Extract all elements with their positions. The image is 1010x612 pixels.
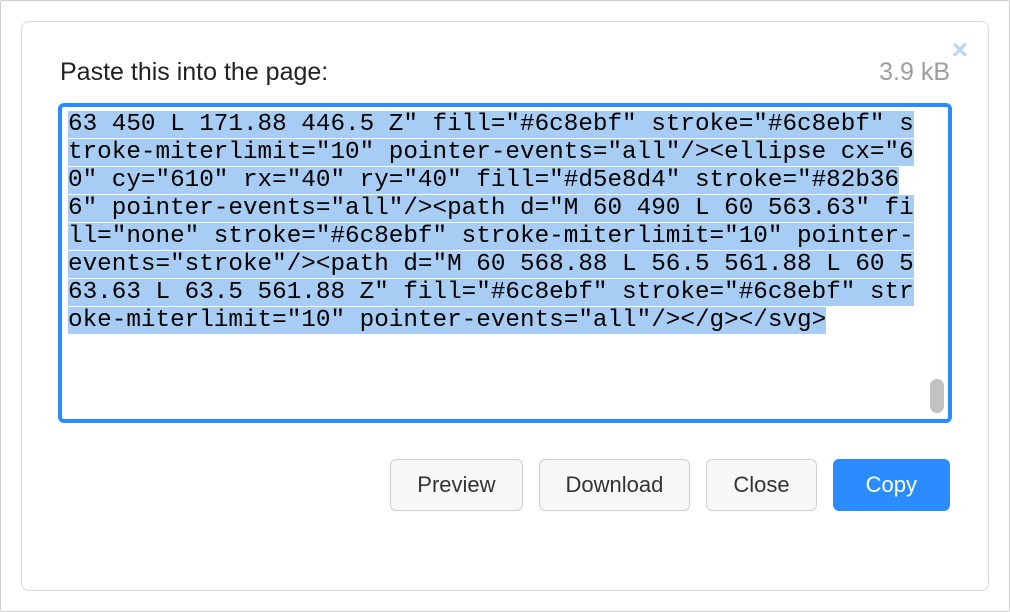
download-button[interactable]: Download [539, 459, 691, 511]
dialog-header: Paste this into the page: 3.9 kB [58, 58, 952, 87]
instruction-label: Paste this into the page: [60, 58, 328, 87]
preview-button[interactable]: Preview [390, 459, 522, 511]
scrollbar-thumb[interactable] [930, 379, 944, 413]
close-button[interactable]: Close [706, 459, 816, 511]
dialog-buttons: Preview Download Close Copy [58, 459, 952, 511]
scrollbar-track[interactable] [930, 113, 944, 413]
code-content[interactable]: 63 450 L 171.88 446.5 Z" fill="#6c8ebf" … [68, 111, 926, 335]
file-size-label: 3.9 kB [879, 58, 950, 87]
copy-button[interactable]: Copy [833, 459, 950, 511]
code-textarea-container: 63 450 L 171.88 446.5 Z" fill="#6c8ebf" … [58, 103, 952, 423]
export-dialog: × Paste this into the page: 3.9 kB 63 45… [21, 21, 989, 591]
close-icon[interactable]: × [952, 36, 968, 64]
app-window: × Paste this into the page: 3.9 kB 63 45… [0, 0, 1010, 612]
